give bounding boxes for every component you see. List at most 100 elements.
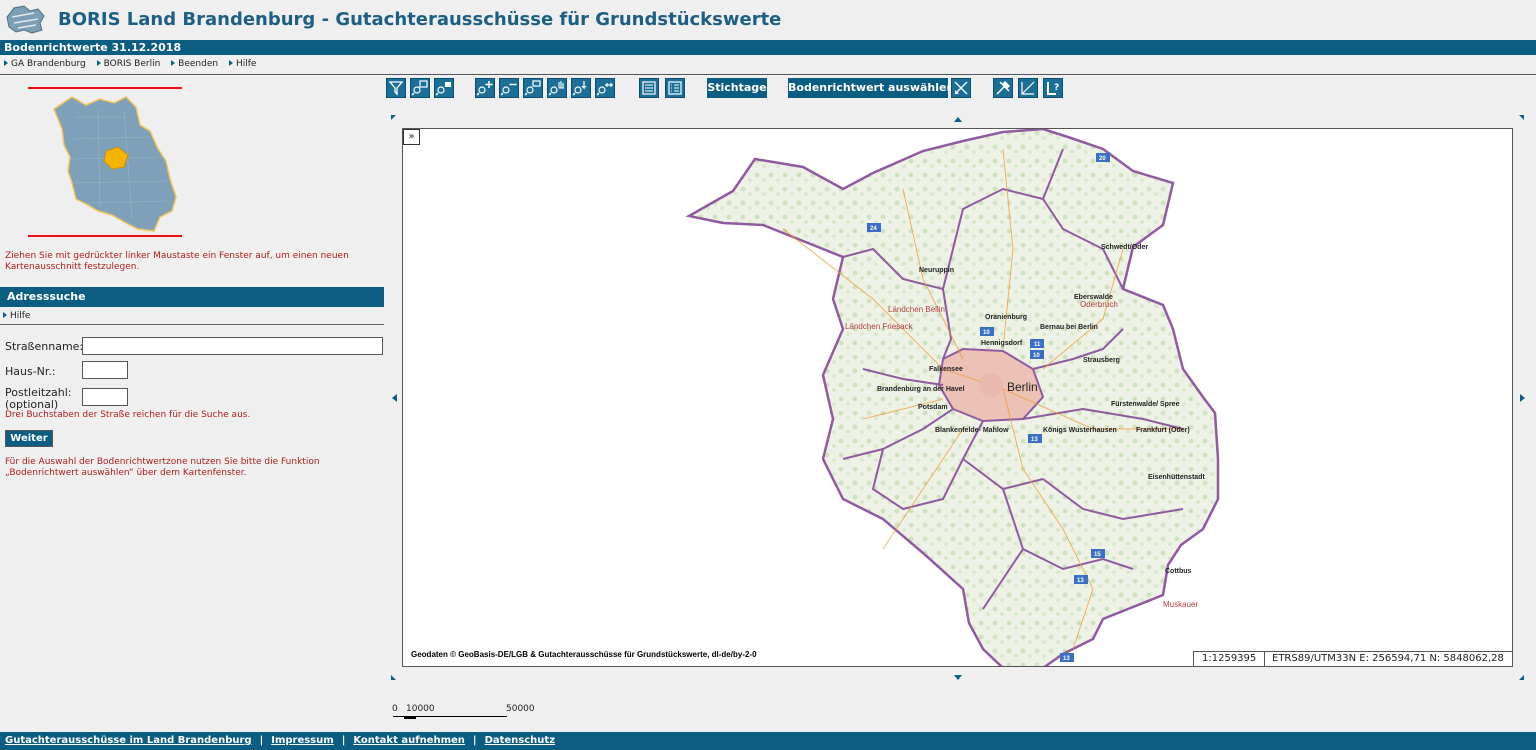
pan-button[interactable]	[547, 78, 567, 98]
cross-icon	[954, 81, 968, 95]
map-label-oranienburg: Oranienburg	[985, 314, 1027, 321]
zone-hint: Für die Auswahl der Bodenrichtwertzone n…	[5, 457, 320, 478]
triangle-right-icon	[228, 60, 233, 66]
nav-boris-berlin[interactable]: BORIS Berlin	[96, 59, 160, 69]
footer-link-gutachterausschuesse[interactable]: Gutachterausschüsse im Land Brandenburg	[5, 735, 252, 746]
map-label-hennigsdorf: Hennigsdorf	[981, 340, 1023, 347]
road-shield-a15: 15	[1091, 549, 1105, 558]
measure-button[interactable]	[1018, 78, 1038, 98]
zoom-point-button[interactable]	[571, 78, 591, 98]
map-canvas[interactable]: Berlin Potsdam Schwedt/Oder Neuruppin Or…	[402, 128, 1513, 667]
svg-text:13: 13	[1031, 437, 1038, 443]
zoom-out-button[interactable]	[499, 78, 519, 98]
search-hint: Drei Buchstaben der Straße reichen für d…	[5, 410, 251, 420]
list-button[interactable]	[665, 78, 685, 98]
road-shield-a24: 24	[867, 223, 881, 232]
road-shield-a13-mid: 13	[1074, 575, 1088, 584]
tools-icon	[996, 80, 1011, 95]
footer-link-datenschutz[interactable]: Datenschutz	[485, 735, 555, 746]
map-label-laendchen-friesack: Ländchen Friesack	[845, 322, 914, 331]
map-label-falkensee: Falkensee	[929, 366, 963, 373]
legend-icon	[642, 81, 656, 95]
overview-map-graphic	[53, 96, 177, 232]
weiter-button[interactable]: Weiter	[5, 430, 53, 447]
zoom-scale-button[interactable]	[595, 78, 615, 98]
road-shield-a20: 20	[1096, 153, 1110, 162]
street-label: Straßenname:	[5, 340, 84, 353]
map-label-oderbruch: Oderbruch	[1080, 300, 1118, 309]
measure-icon	[1021, 81, 1035, 95]
svg-text:15: 15	[1094, 552, 1101, 558]
section-divider	[0, 324, 384, 325]
filter-icon	[388, 81, 404, 96]
map-label-koenigs-wusterhausen: Königs Wusterhausen	[1043, 427, 1117, 434]
stichtage-button[interactable]: Stichtage	[707, 78, 767, 98]
help-tool-button[interactable]: ?	[1043, 78, 1063, 98]
street-input[interactable]	[82, 337, 383, 355]
expand-panel-toggle[interactable]: »	[403, 129, 420, 145]
footer-link-impressum[interactable]: Impressum	[271, 735, 333, 746]
zoom-extent-button[interactable]	[410, 78, 430, 98]
triangle-right-icon	[171, 60, 176, 66]
zoom-point-icon	[572, 81, 587, 96]
drag-hint-text: Ziehen Sie mit gedrückter linker Maustas…	[5, 251, 349, 272]
address-help-link[interactable]: Hilfe	[3, 311, 30, 321]
map-label-brandenburg: Brandenburg an der Havel	[877, 386, 965, 393]
pan-south-button[interactable]	[954, 675, 962, 680]
pan-north-button[interactable]	[954, 117, 962, 122]
zoom-scale-icon	[596, 83, 613, 96]
zoom-in-button[interactable]	[475, 78, 495, 98]
zoom-previous-button[interactable]	[434, 78, 454, 98]
nav-ga-brandenburg[interactable]: GA Brandenburg	[4, 59, 86, 69]
map-label-blankenfelde: Blankenfelde- Mahlow	[935, 427, 1009, 434]
map-label-neuruppin: Neuruppin	[919, 267, 954, 274]
pan-east-button[interactable]	[1520, 394, 1525, 402]
pan-northeast-button[interactable]	[1519, 115, 1524, 120]
pan-southeast-button[interactable]	[1519, 675, 1524, 680]
map-label-schwedt: Schwedt/Oder	[1101, 244, 1148, 251]
map-label-strausberg: Strausberg	[1083, 357, 1120, 364]
header: BORIS Land Brandenburg - Gutachteraussch…	[0, 0, 1536, 40]
address-search-header: Adresssuche	[0, 287, 384, 307]
pan-west-button[interactable]	[392, 394, 397, 402]
footer: Gutachterausschüsse im Land Brandenburg |…	[0, 732, 1536, 750]
pan-northwest-button[interactable]	[391, 115, 396, 120]
filter-tool-button[interactable]	[386, 78, 406, 98]
nav-hilfe[interactable]: Hilfe	[228, 59, 256, 69]
pan-southwest-button[interactable]	[391, 675, 396, 680]
top-navigation: GA Brandenburg BORIS Berlin Beenden Hilf…	[0, 59, 1536, 75]
app-root: BORIS Land Brandenburg - Gutachteraussch…	[0, 0, 1536, 750]
zoom-extent-icon	[411, 80, 428, 96]
clear-selection-button[interactable]	[951, 78, 971, 98]
plz-input[interactable]	[82, 388, 128, 406]
zoom-out-icon	[500, 83, 517, 96]
tools-button[interactable]	[993, 78, 1013, 98]
scale-end: 50000	[506, 704, 535, 714]
road-shield-a13-south: 13	[1060, 653, 1074, 662]
map-label-potsdam: Potsdam	[918, 404, 948, 411]
road-shield-a13-north: 13	[1028, 434, 1042, 443]
footer-link-kontakt[interactable]: Kontakt aufnehmen	[353, 735, 465, 746]
scale-mid: 10000	[406, 704, 435, 714]
map-label-frankfurt: Frankfurt (Oder)	[1136, 427, 1190, 434]
overview-map[interactable]	[28, 87, 182, 239]
zoom-window-button[interactable]	[523, 78, 543, 98]
map-label-laendchen-bellin: Ländchen Bellin	[888, 305, 945, 314]
scale-segment	[404, 716, 416, 719]
housenr-input[interactable]	[82, 361, 128, 379]
svg-text:?: ?	[1054, 83, 1059, 93]
legend-button[interactable]	[639, 78, 659, 98]
road-shield-a10-east: 10	[1030, 350, 1044, 359]
map-label-cottbus: Cottbus	[1165, 568, 1192, 575]
map-label-fuerstenwalde: Fürstenwalde/ Spree	[1111, 401, 1180, 408]
svg-text:24: 24	[870, 226, 877, 232]
map-status-box: 1:1259395 ETRS89/UTM33N E: 256594,71 N: …	[1193, 651, 1512, 666]
triangle-right-icon	[4, 60, 8, 66]
zoom-previous-icon	[435, 82, 451, 96]
map-label-berlin: Berlin	[1007, 380, 1038, 394]
map-graphic: Berlin Potsdam Schwedt/Oder Neuruppin Or…	[685, 129, 1220, 666]
nav-beenden[interactable]: Beenden	[171, 59, 218, 69]
subtitle-bar: Bodenrichtwerte 31.12.2018	[0, 40, 1536, 55]
road-shield-a10-north: 10	[980, 327, 994, 336]
select-landvalue-button[interactable]: Bodenrichtwert auswählen	[788, 78, 954, 98]
